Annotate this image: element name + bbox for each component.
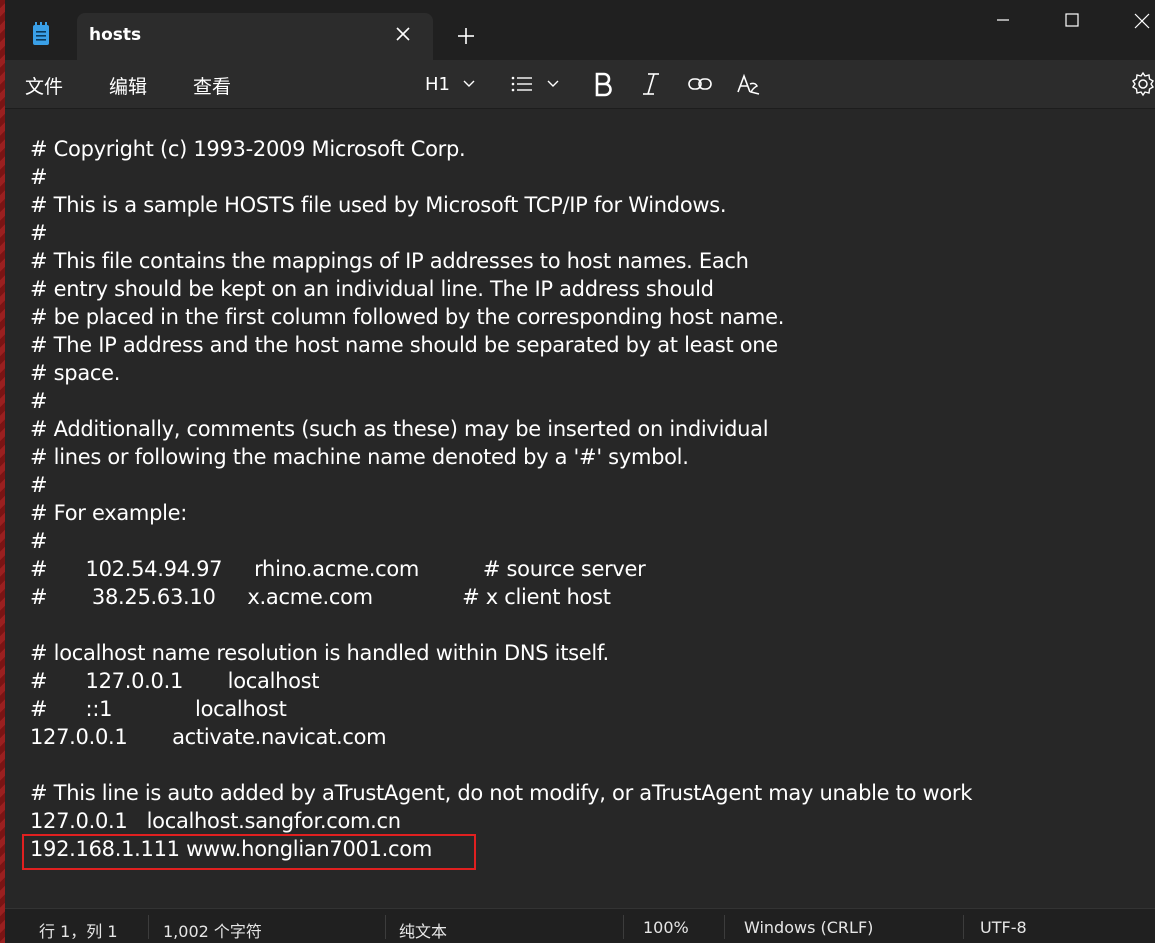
cursor-position: 行 1，列 1 xyxy=(39,922,118,941)
editor-line: 127.0.0.1 activate.navicat.com xyxy=(30,725,387,749)
text-format[interactable]: 纯文本 xyxy=(399,918,447,942)
editor-line: # ::1 localhost xyxy=(30,697,287,721)
zoom-level[interactable]: 100% xyxy=(643,918,689,937)
status-divider xyxy=(148,915,149,939)
editor-line: # This line is auto added by aTrustAgent… xyxy=(30,781,973,805)
encoding[interactable]: UTF-8 xyxy=(980,918,1027,937)
editor-line: # be placed in the first column followed… xyxy=(30,305,785,329)
menu-edit[interactable]: 编辑 xyxy=(109,72,147,99)
editor-line: # 102.54.94.97 rhino.acme.com # source s… xyxy=(30,557,646,581)
heading-label: H1 xyxy=(425,73,450,95)
menu-file[interactable]: 文件 xyxy=(25,72,63,99)
editor-line: # The IP address and the host name shoul… xyxy=(30,333,778,357)
heading-dropdown[interactable]: H1 xyxy=(425,70,476,98)
tab-title: hosts xyxy=(89,25,142,45)
chevron-down-icon xyxy=(463,80,475,87)
editor-line: # This is a sample HOSTS file used by Mi… xyxy=(30,193,727,217)
editor-line: # Copyright (c) 1993-2009 Microsoft Corp… xyxy=(30,137,466,161)
editor-line: # 38.25.63.10 x.acme.com # x client host xyxy=(30,585,611,609)
editor-content[interactable]: # Copyright (c) 1993-2009 Microsoft Corp… xyxy=(30,135,972,863)
editor-line: # entry should be kept on an individual … xyxy=(30,277,714,301)
chevron-down-icon xyxy=(547,80,559,87)
editor-line xyxy=(30,611,972,639)
notepad-icon xyxy=(33,22,49,45)
editor-line: # Additionally, comments (such as these)… xyxy=(30,417,769,441)
editor-line: # lines or following the machine name de… xyxy=(30,445,689,469)
editor-line: # xyxy=(30,389,48,413)
italic-icon[interactable] xyxy=(641,70,661,98)
status-divider xyxy=(385,915,386,939)
link-icon[interactable] xyxy=(687,70,713,98)
close-tab-icon[interactable] xyxy=(393,24,413,44)
editor-line: # xyxy=(30,221,48,245)
tab-hosts[interactable]: hosts xyxy=(77,13,433,60)
list-icon xyxy=(511,76,532,92)
menu-view[interactable]: 查看 xyxy=(193,72,231,99)
editor-line: # 127.0.0.1 localhost xyxy=(30,669,320,693)
highlight-annotation-box xyxy=(22,834,476,870)
list-dropdown[interactable] xyxy=(510,70,560,98)
character-count: 1,002 个字符 xyxy=(163,922,262,941)
editor-line: # xyxy=(30,473,48,497)
line-ending[interactable]: Windows (CRLF) xyxy=(744,918,873,937)
editor-line: # space. xyxy=(30,361,121,385)
editor-line: # xyxy=(30,165,48,189)
minimize-icon[interactable] xyxy=(991,8,1015,32)
text-editor[interactable]: # Copyright (c) 1993-2009 Microsoft Corp… xyxy=(5,108,1155,909)
status-divider xyxy=(623,915,624,939)
editor-line: # For example: xyxy=(30,501,188,525)
status-bar: 行 1，列 1 1,002 个字符 纯文本 100% Windows (CRLF… xyxy=(5,908,1155,943)
status-divider xyxy=(963,915,964,939)
settings-gear-icon[interactable] xyxy=(1131,70,1155,98)
menu-bar: 文件 编辑 查看 H1 xyxy=(5,60,1155,108)
maximize-icon[interactable] xyxy=(1060,8,1084,32)
editor-line: # This file contains the mappings of IP … xyxy=(30,249,749,273)
new-tab-icon[interactable] xyxy=(455,25,477,47)
clear-formatting-icon[interactable] xyxy=(735,70,761,98)
title-bar: hosts xyxy=(5,0,1155,60)
editor-line: 127.0.0.1 localhost.sangfor.com.cn xyxy=(30,809,401,833)
status-divider xyxy=(724,915,725,939)
editor-line xyxy=(30,751,972,779)
editor-line: # xyxy=(30,529,48,553)
close-window-icon[interactable] xyxy=(1129,8,1153,32)
editor-line: # localhost name resolution is handled w… xyxy=(30,641,609,665)
notepad-window: hosts 文件 编辑 查看 H1 # Copyright (c) 1993-2… xyxy=(0,0,1155,943)
bold-icon[interactable] xyxy=(592,70,614,98)
